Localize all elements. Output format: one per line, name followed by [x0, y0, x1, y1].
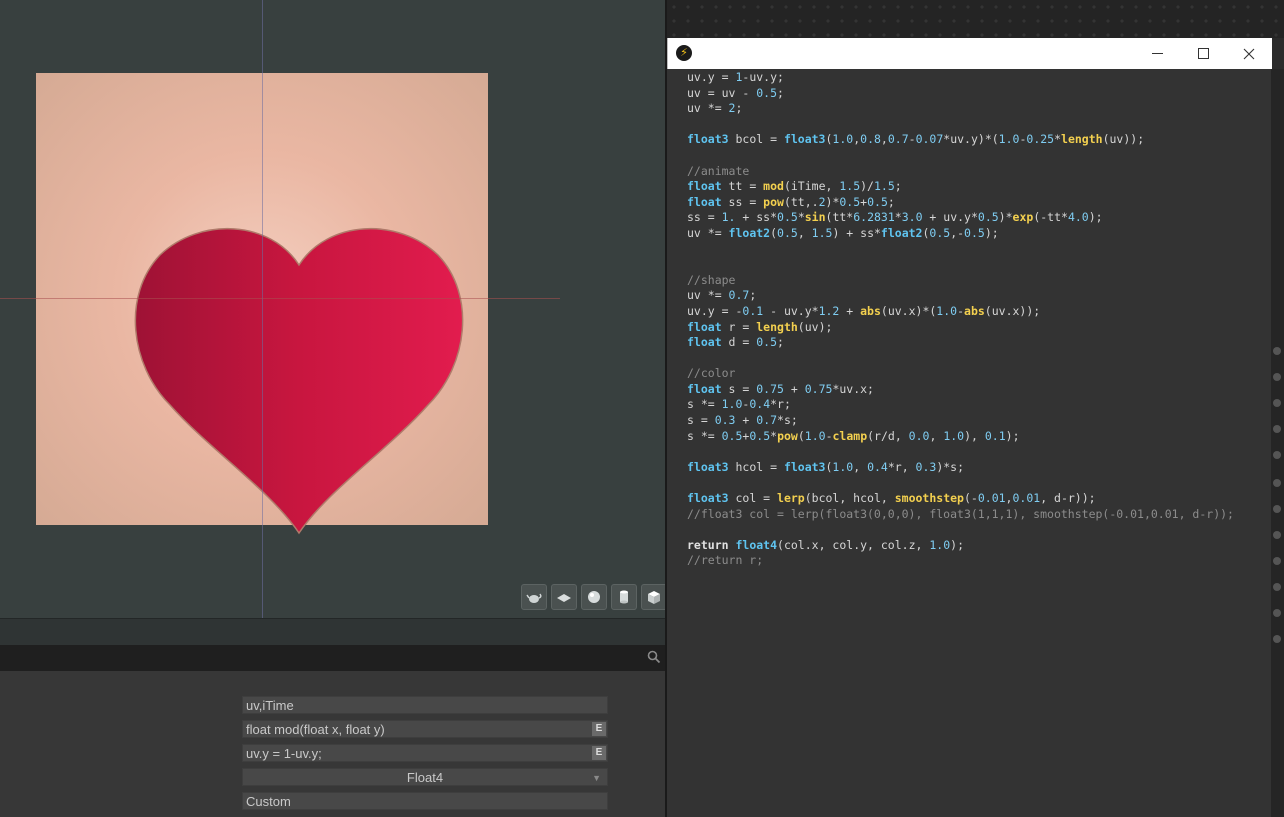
- name-value: Custom: [246, 794, 291, 809]
- cylinder-icon[interactable]: [611, 584, 637, 610]
- code-line: uv *= 2;: [687, 101, 743, 116]
- body-field[interactable]: uv.y = 1-uv.y; E: [242, 744, 608, 762]
- edit-functions-button[interactable]: E: [592, 722, 606, 736]
- functions-value: float mod(float x, float y): [246, 722, 385, 737]
- inputs-field[interactable]: uv,iTime: [242, 696, 608, 714]
- code-line: return float4(col.x, col.y, col.z, 1.0);: [687, 537, 964, 552]
- code-line: ss = 1. + ss*0.5*sin(tt*6.2831*3.0 + uv.…: [687, 210, 1103, 225]
- code-line: float d = 0.5;: [687, 335, 784, 350]
- cube-icon[interactable]: [641, 584, 665, 610]
- code-line: uv *= 0.7;: [687, 288, 757, 303]
- close-button[interactable]: [1226, 38, 1272, 69]
- bolt-icon: ⚡: [676, 45, 692, 61]
- name-field[interactable]: Custom: [242, 792, 608, 810]
- output-type-select[interactable]: Float4 ▼: [242, 768, 608, 786]
- plane-icon[interactable]: [551, 584, 577, 610]
- right-edge-strip: [1271, 69, 1284, 817]
- minimize-icon: [1151, 53, 1163, 54]
- panel-divider: [0, 618, 665, 646]
- edit-body-button[interactable]: E: [592, 746, 606, 760]
- code-line: s = 0.3 + 0.7*s;: [687, 413, 798, 428]
- code-line: //return r;: [687, 553, 764, 568]
- sphere-icon[interactable]: [581, 584, 607, 610]
- preview-viewport[interactable]: [0, 0, 665, 618]
- node-properties-header: [0, 645, 665, 672]
- code-line: s *= 1.0-0.4*r;: [687, 397, 791, 412]
- code-line: float r = length(uv);: [687, 319, 833, 334]
- dropdown-arrow-icon: ▼: [592, 773, 601, 783]
- node-graph-background: [667, 0, 1284, 38]
- viewport-x-axis: [0, 298, 560, 299]
- code-line: float3 bcol = float3(1.0,0.8,0.7-0.07*uv…: [687, 132, 1145, 147]
- code-line: float ss = pow(tt,.2)*0.5+0.5;: [687, 194, 895, 209]
- functions-field[interactable]: float mod(float x, float y) E: [242, 720, 608, 738]
- node-properties-panel: uv,iTime float mod(float x, float y) E u…: [0, 671, 665, 817]
- output-type-value: Float4: [406, 770, 444, 785]
- code-line: uv = uv - 0.5;: [687, 85, 784, 100]
- inputs-value: uv,iTime: [246, 698, 294, 713]
- search-icon[interactable]: [647, 650, 661, 664]
- code-line: uv *= float2(0.5, 1.5) + ss*float2(0.5,-…: [687, 225, 999, 240]
- code-line: //float3 col = lerp(float3(0,0,0), float…: [687, 506, 1234, 521]
- code-line: //shape: [687, 272, 736, 287]
- minimize-button[interactable]: [1134, 38, 1180, 69]
- heart-shape: [134, 228, 464, 535]
- code-line: //color: [687, 366, 736, 381]
- code-editor[interactable]: uv.y = 1-uv.y; uv = uv - 0.5; uv *= 2; flo…: [667, 69, 1271, 817]
- viewport-y-axis: [262, 0, 263, 618]
- code-line: uv.y = 1-uv.y;: [687, 70, 784, 84]
- close-icon: [1243, 48, 1255, 59]
- teapot-icon[interactable]: [521, 584, 547, 610]
- code-line: float s = 0.75 + 0.75*uv.x;: [687, 381, 874, 396]
- code-line: uv.y = -0.1 - uv.y*1.2 + abs(uv.x)*(1.0-…: [687, 303, 1041, 318]
- maximize-icon: [1197, 48, 1209, 59]
- code-line: s *= 0.5+0.5*pow(1.0-clamp(r/d, 0.0, 1.0…: [687, 428, 1020, 443]
- body-value: uv.y = 1-uv.y;: [246, 746, 322, 761]
- code-text[interactable]: uv.y = 1-uv.y; uv = uv - 0.5; uv *= 2; flo…: [687, 70, 1234, 569]
- code-window-titlebar[interactable]: ⚡: [667, 38, 1272, 69]
- code-line: float3 hcol = float3(1.0, 0.4*r, 0.3)*s;: [687, 459, 965, 474]
- code-line: //animate: [687, 163, 750, 178]
- preview-mesh-toolbar: [521, 584, 665, 610]
- code-line: float3 col = lerp(bcol, hcol, smoothstep…: [687, 491, 1096, 506]
- code-line: float tt = mod(iTime, 1.5)/1.5;: [687, 179, 902, 194]
- maximize-button[interactable]: [1180, 38, 1226, 69]
